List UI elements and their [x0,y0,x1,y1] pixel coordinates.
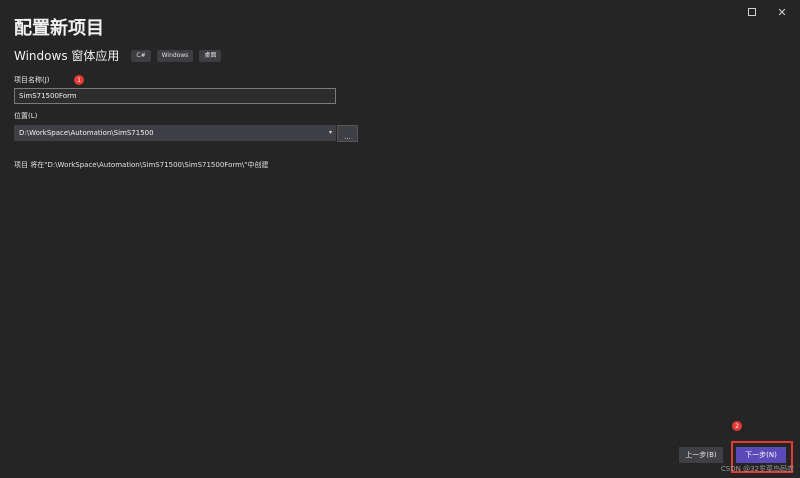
close-icon: ✕ [777,5,787,19]
tag-desktop: 桌面 [199,49,222,62]
project-name-input[interactable]: SimS71500Form [14,88,336,104]
back-button[interactable]: 上一步(B) [679,447,723,463]
template-name: Windows 窗体应用 [14,49,120,63]
page-title: 配置新项目 [14,18,104,39]
maximize-button[interactable] [742,4,762,20]
close-button[interactable]: ✕ [772,4,792,20]
watermark: CSDN @32岁菜鸟码农 [720,465,794,473]
tag-csharp: C# [131,49,151,62]
location-combobox[interactable]: D:\WorkSpace\Automation\SimS71500 ▾ [14,125,336,141]
project-name-label: 项目名称(J) [14,76,50,84]
creation-path-info: 项目 将在"D:\WorkSpace\Automation\SimS71500\… [14,161,269,169]
next-button[interactable]: 下一步(N) [736,447,786,463]
annotation-badge-1: 1 [74,75,84,85]
location-label: 位置(L) [14,112,38,120]
window-controls: ✕ [742,4,792,20]
location-value: D:\WorkSpace\Automation\SimS71500 [19,129,154,137]
maximize-icon [748,8,756,16]
dropdown-arrow-icon[interactable]: ▾ [329,126,332,140]
template-info: Windows 窗体应用 C# Windows 桌面 [14,47,222,64]
browse-button[interactable]: ... [337,125,358,142]
tag-windows: Windows [156,49,194,62]
annotation-badge-2: 2 [732,421,742,431]
